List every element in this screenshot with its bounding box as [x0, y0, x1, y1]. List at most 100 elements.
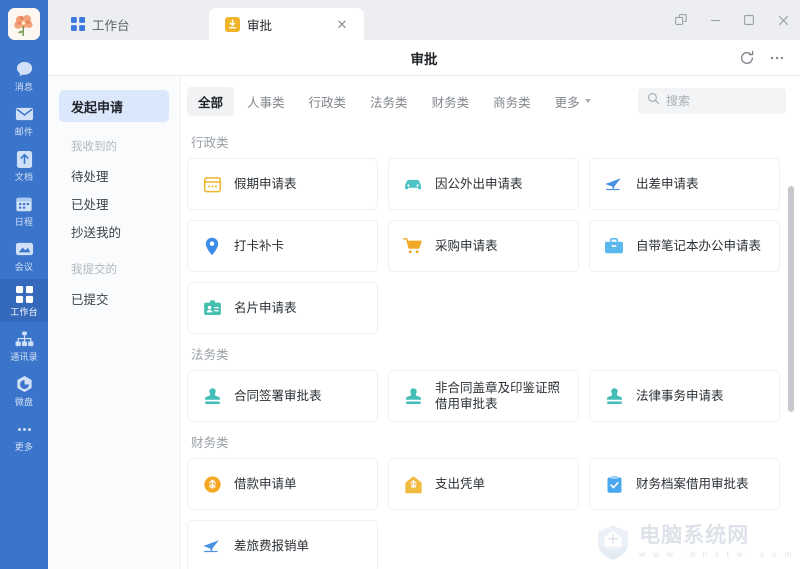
- sidebar-label-more: 更多: [14, 442, 34, 452]
- close-icon[interactable]: ✕: [334, 16, 350, 32]
- chip-more-label: 更多: [554, 95, 580, 110]
- form-list-scroll-area[interactable]: 行政类 假期申请表 因公外出申请表 出差申请表 打卡补卡 采购申请表 自带笔记本…: [181, 120, 800, 569]
- minimize-button[interactable]: [698, 0, 732, 40]
- nav-group-submitted-title: 我提交的: [71, 264, 117, 276]
- avatar-flower-image: [8, 8, 40, 40]
- nav-item-cc-to-me[interactable]: 抄送我的: [59, 217, 169, 245]
- user-avatar[interactable]: [8, 8, 40, 40]
- briefcase-icon: [604, 236, 624, 256]
- form-card-finance-archive-borrow[interactable]: 财务档案借用审批表: [589, 458, 780, 510]
- chip-hr[interactable]: 人事类: [236, 87, 296, 116]
- sidebar-label-mail: 邮件: [14, 127, 34, 137]
- sidebar-item-meeting[interactable]: 会议: [0, 234, 48, 277]
- workbench-icon: [14, 284, 34, 304]
- vertical-scrollbar-thumb[interactable]: [788, 186, 794, 412]
- form-card-label: 自带笔记本办公申请表: [636, 239, 762, 253]
- form-card-label: 支出凭单: [435, 477, 486, 491]
- popout-button[interactable]: [664, 0, 698, 40]
- form-card-purchase[interactable]: 采购申请表: [388, 220, 579, 272]
- sidebar-label-contacts: 通讯录: [10, 352, 38, 362]
- form-card-label: 出差申请表: [636, 177, 699, 191]
- location-pin-icon: [202, 236, 222, 256]
- nav-item-processed[interactable]: 已处理: [59, 189, 169, 217]
- shopping-cart-icon: [403, 236, 423, 256]
- window-controls: [664, 0, 800, 40]
- chip-business-label: 商务类: [493, 95, 531, 110]
- form-card-business-trip[interactable]: 出差申请表: [589, 158, 780, 210]
- chip-hr-label: 人事类: [247, 95, 285, 110]
- form-card-own-laptop-office[interactable]: 自带笔记本办公申请表: [589, 220, 780, 272]
- section-grid-admin: 假期申请表 因公外出申请表 出差申请表 打卡补卡 采购申请表 自带笔记本办公申请…: [187, 158, 780, 334]
- form-card-label: 假期申请表: [234, 177, 297, 191]
- section-title-admin: 行政类: [191, 136, 229, 150]
- main-region: 工作台 审批 ✕ 审批 发起申请 我收到的 待处理 已处理 抄送我的 我提交的 …: [48, 0, 800, 569]
- contacts-icon: [14, 329, 34, 349]
- form-card-contract-signing[interactable]: 合同签署审批表: [187, 370, 378, 422]
- nav-item-pending[interactable]: 待处理: [59, 161, 169, 189]
- chip-finance-label: 财务类: [431, 95, 470, 110]
- form-card-label: 借款申请单: [234, 477, 297, 491]
- form-card-business-card[interactable]: 名片申请表: [187, 282, 378, 334]
- workbench-tab-icon: [70, 17, 85, 32]
- chip-business[interactable]: 商务类: [482, 87, 542, 116]
- form-card-non-contract-seal[interactable]: 非合同盖章及印鉴证照 借用审批表: [388, 370, 579, 422]
- sidebar-label-workbench: 工作台: [10, 307, 38, 317]
- chip-admin-label: 行政类: [308, 95, 347, 110]
- form-card-loan-application[interactable]: 借款申请单: [187, 458, 378, 510]
- chip-more[interactable]: 更多: [544, 87, 602, 116]
- form-card-label: 合同签署审批表: [234, 389, 322, 403]
- nav-item-submitted[interactable]: 已提交: [59, 284, 169, 312]
- search-input[interactable]: [666, 94, 777, 108]
- sidebar-item-workbench[interactable]: 工作台: [0, 279, 48, 322]
- refresh-button[interactable]: [734, 45, 760, 71]
- chip-finance[interactable]: 财务类: [421, 87, 481, 116]
- sidebar-item-docs[interactable]: 文档: [0, 144, 48, 187]
- section-title-legal: 法务类: [191, 348, 229, 362]
- search-icon: [647, 92, 660, 110]
- chevron-down-icon: [584, 99, 591, 103]
- sidebar-item-contacts[interactable]: 通讯录: [0, 324, 48, 367]
- form-card-label: 采购申请表: [435, 239, 498, 253]
- form-card-leave-application[interactable]: 假期申请表: [187, 158, 378, 210]
- more-options-button[interactable]: [764, 45, 790, 71]
- chip-all[interactable]: 全部: [187, 86, 235, 116]
- form-card-expense-voucher[interactable]: 支出凭单: [388, 458, 579, 510]
- calendar-form-icon: [202, 174, 222, 194]
- approval-nav-column: 发起申请 我收到的 待处理 已处理 抄送我的 我提交的 已提交: [48, 76, 181, 569]
- form-card-travel-expense[interactable]: 差旅费报销单: [187, 520, 378, 569]
- filter-bar: 全部 人事类 行政类 法务类 财务类 商务类 更多: [181, 82, 800, 120]
- calendar-icon: [14, 194, 34, 214]
- tab-approval[interactable]: 审批 ✕: [209, 8, 364, 40]
- sidebar-item-mail[interactable]: 邮件: [0, 99, 48, 142]
- form-card-label: 法律事务申请表: [636, 389, 724, 403]
- tab-workbench-label: 工作台: [92, 18, 130, 33]
- sidebar-item-messages[interactable]: 消息: [0, 54, 48, 97]
- form-card-business-outing[interactable]: 因公外出申请表: [388, 158, 579, 210]
- tab-strip: 工作台 审批 ✕: [48, 0, 800, 40]
- close-button[interactable]: [766, 0, 800, 40]
- form-card-label: 非合同盖章及印鉴证照 借用审批表: [435, 381, 561, 411]
- page-title: 审批: [410, 51, 438, 67]
- meeting-icon: [14, 239, 34, 259]
- form-card-clock-in-fix[interactable]: 打卡补卡: [187, 220, 378, 272]
- sidebar-item-more[interactable]: 更多: [0, 414, 48, 457]
- business-card-icon: [202, 298, 222, 318]
- chip-admin[interactable]: 行政类: [298, 87, 358, 116]
- nav-item-new-application[interactable]: 发起申请: [59, 90, 169, 122]
- page-header: 审批: [48, 40, 800, 76]
- more-dots-icon: [14, 419, 34, 439]
- chip-all-label: 全部: [198, 95, 224, 110]
- section-title-finance: 财务类: [191, 436, 229, 450]
- chip-legal[interactable]: 法务类: [359, 87, 419, 116]
- form-card-legal-affairs[interactable]: 法律事务申请表: [589, 370, 780, 422]
- search-box[interactable]: [638, 88, 786, 114]
- maximize-button[interactable]: [732, 0, 766, 40]
- sidebar-item-clouddisk[interactable]: 微盘: [0, 369, 48, 412]
- sidebar-item-calendar[interactable]: 日程: [0, 189, 48, 232]
- car-icon: [403, 174, 423, 194]
- stamp-icon: [202, 386, 222, 406]
- document-icon: [14, 149, 34, 169]
- section-grid-finance: 借款申请单 支出凭单 财务档案借用审批表 差旅费报销单: [187, 458, 780, 569]
- tab-workbench[interactable]: 工作台: [54, 8, 209, 40]
